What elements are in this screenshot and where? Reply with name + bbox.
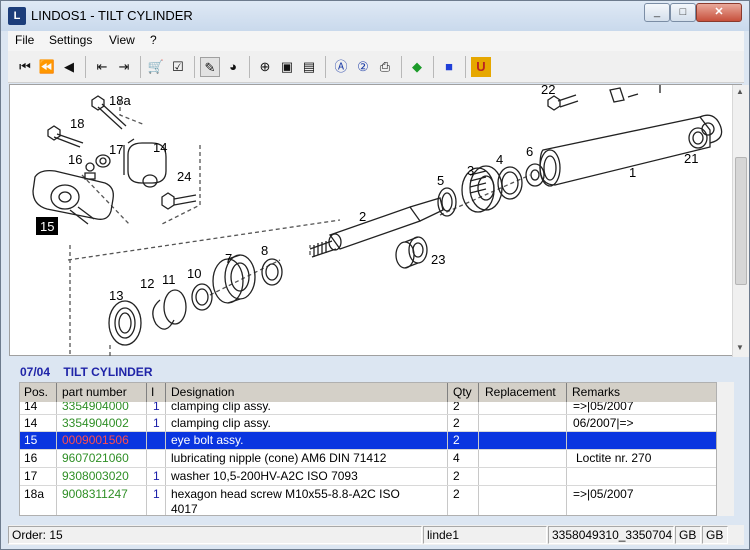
print-icon[interactable]: ⎙ <box>375 57 395 77</box>
lindos-logo-icon: L <box>8 7 26 25</box>
status-lang-2: GB <box>702 526 728 544</box>
callout-10: 10 <box>187 266 201 281</box>
callout-18a: 18a <box>109 93 131 108</box>
callout-12: 12 <box>140 276 154 291</box>
callout-2: 2 <box>359 209 366 224</box>
callout-7: 7 <box>225 251 232 266</box>
page-icon[interactable]: ▣ <box>277 57 297 77</box>
exploded-drawing[interactable]: 18a 18 16 17 14 24 22 1 21 6 4 3 5 2 8 7… <box>9 84 749 357</box>
callout-3: 3 <box>467 163 474 178</box>
callout-18: 18 <box>70 116 84 131</box>
callout-21: 21 <box>684 151 698 166</box>
page-fit-icon[interactable]: ▤ <box>299 57 319 77</box>
book-icon[interactable]: ◆ <box>407 57 427 77</box>
table-row[interactable]: 18a 9008311247 1 hexagon head screw M10x… <box>20 485 716 515</box>
prev-list-icon[interactable]: ⇤ <box>92 57 112 77</box>
status-bar: Order: 15 linde1 3358049310_3350704 GB G… <box>8 525 744 545</box>
toolbar: ⏮ ⏪ ◀ ⇤ ⇥ 🛒 ☑ ✎ ◕ ⊕ ▣ ▤ Ⓐ ② ⎙ ◆ ■ U <box>8 51 744 83</box>
checklist-icon[interactable]: ☑ <box>168 57 188 77</box>
info-a-icon[interactable]: Ⓐ <box>331 57 351 77</box>
next-list-icon[interactable]: ⇥ <box>114 57 134 77</box>
close-button[interactable]: ✕ <box>696 3 742 22</box>
parts-table: Pos. part number I Designation Qty Repla… <box>19 382 717 516</box>
app-window: L LINDOS1 - TILT CYLINDER _ □ ✕ File Set… <box>0 0 750 550</box>
zoom-in-icon[interactable]: ⊕ <box>255 57 275 77</box>
menu-settings[interactable]: Settings <box>49 33 92 47</box>
callout-6: 6 <box>526 144 533 159</box>
window-title: LINDOS1 - TILT CYLINDER <box>31 8 193 23</box>
menu-file[interactable]: File <box>15 33 34 47</box>
minimize-button[interactable]: _ <box>644 3 670 22</box>
status-lang-1: GB <box>675 526 701 544</box>
callout-22: 22 <box>541 85 555 97</box>
table-header-overlay: Pos. part number I Designation Qty Repla… <box>20 383 716 402</box>
table-row[interactable]: 14 3354904002 1 clamping clip assy. 2 06… <box>20 414 716 432</box>
callout-1: 1 <box>629 165 636 180</box>
callout-17: 17 <box>109 142 123 157</box>
u-logo-icon[interactable]: U <box>471 57 491 77</box>
back-icon[interactable]: ◀ <box>59 57 79 77</box>
scroll-thumb[interactable] <box>735 157 747 285</box>
status-order: Order: 15 <box>8 526 422 544</box>
section-title: TILT CYLINDER <box>63 365 153 379</box>
table-row[interactable]: 17 9308003020 1 washer 10,5-200HV-A2C IS… <box>20 467 716 485</box>
globe-icon[interactable]: ◕ <box>223 57 243 77</box>
callout-8: 8 <box>261 243 268 258</box>
drawing-scrollbar[interactable]: ▲ ▼ <box>732 85 749 357</box>
first-page-icon[interactable]: ⏮ <box>15 57 35 77</box>
parts-diagram: 18a 18 16 17 14 24 22 1 21 6 4 3 5 2 8 7… <box>32 85 723 357</box>
callout-24: 24 <box>177 169 191 184</box>
table-row-selected[interactable]: 15 0009001506 eye bolt assy. 2 <box>20 431 716 449</box>
menu-help[interactable]: ? <box>150 33 157 47</box>
callout-14: 14 <box>153 140 167 155</box>
menu-view[interactable]: View <box>109 33 135 47</box>
menu-bar: File Settings View ? <box>8 31 744 51</box>
section-number: 07/04 <box>20 365 51 379</box>
maximize-button[interactable]: □ <box>670 3 696 22</box>
callout-23: 23 <box>431 252 445 267</box>
callout-16: 16 <box>68 152 82 167</box>
section-heading: 07/04 TILT CYLINDER <box>20 365 152 379</box>
table-row[interactable]: 16 9607021060 lubricating nipple (cone) … <box>20 449 716 467</box>
pencil-icon[interactable]: ✎ <box>200 57 220 77</box>
title-bar: L LINDOS1 - TILT CYLINDER _ □ ✕ <box>1 1 749 31</box>
help-icon[interactable]: ② <box>353 57 373 77</box>
table-scrollbar[interactable] <box>717 382 734 516</box>
callout-15: 15 <box>40 219 54 234</box>
status-user: linde1 <box>423 526 547 544</box>
callout-5: 5 <box>437 173 444 188</box>
callout-4: 4 <box>496 152 503 167</box>
fast-back-icon[interactable]: ⏪ <box>37 57 57 77</box>
status-codes: 3358049310_3350704 <box>548 526 674 544</box>
cart-icon[interactable]: 🛒 <box>146 57 166 77</box>
blue-square-icon[interactable]: ■ <box>439 57 459 77</box>
callout-13: 13 <box>109 288 123 303</box>
callout-11: 11 <box>162 272 176 287</box>
